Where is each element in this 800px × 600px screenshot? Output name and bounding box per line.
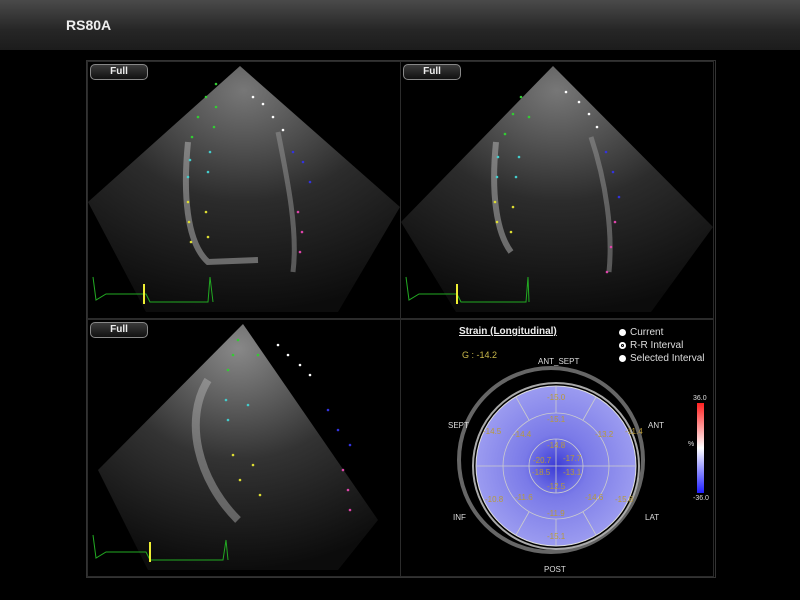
scale-unit: % (688, 441, 695, 448)
segment-value: -11.4 (625, 427, 643, 436)
full-button-2[interactable]: Full (403, 64, 461, 80)
strain-panel: Strain (Longitudinal) G : -14.2 Current … (400, 319, 714, 577)
segment-value: -13.1 (563, 468, 582, 477)
echo-image-3 (92, 324, 378, 570)
scale-min: -36.0 (693, 495, 709, 502)
segment-value: -15.0 (547, 393, 566, 402)
color-scale-bar (697, 403, 704, 493)
segment-value: -13.2 (595, 430, 614, 439)
segment-value: -15.8 (615, 495, 634, 504)
segment-value: -14.8 (547, 441, 566, 450)
full-button-1[interactable]: Full (90, 64, 148, 80)
segment-value: -18.5 (532, 468, 551, 477)
title-bar: RS80A (0, 0, 800, 50)
segment-value: -15.1 (547, 415, 566, 424)
label-ant-sept: ANT_SEPT (538, 357, 580, 366)
segment-value: -11.6 (515, 493, 533, 502)
echo-image-2 (401, 66, 713, 312)
full-button-3[interactable]: Full (90, 322, 148, 338)
echo-view-1[interactable]: Full (87, 61, 401, 319)
label-post: POST (544, 565, 566, 574)
segment-value: -17.7 (563, 454, 582, 463)
app-title: RS80A (66, 17, 112, 33)
label-sept: SEPT (448, 421, 469, 430)
segment-value: -12.5 (547, 482, 566, 491)
echo-view-2[interactable]: Full (400, 61, 714, 319)
segment-value: -14.6 (585, 493, 604, 502)
echo-view-3[interactable]: Full (87, 319, 401, 577)
segment-value: -20.7 (533, 456, 552, 465)
segment-value: -14.4 (513, 430, 532, 439)
segment-value: -11.9 (547, 509, 565, 518)
segment-value: -10.8 (485, 495, 504, 504)
scale-max: 36.0 (693, 395, 707, 402)
sector-1 (88, 66, 400, 312)
sector-3 (98, 324, 378, 570)
label-lat: LAT (645, 513, 660, 522)
echo-image-1 (88, 66, 400, 312)
label-inf: INF (453, 513, 466, 522)
sector-2 (401, 66, 713, 312)
segment-value: -14.5 (483, 427, 502, 436)
label-ant: ANT (648, 421, 664, 430)
segment-value: -15.1 (547, 532, 566, 541)
